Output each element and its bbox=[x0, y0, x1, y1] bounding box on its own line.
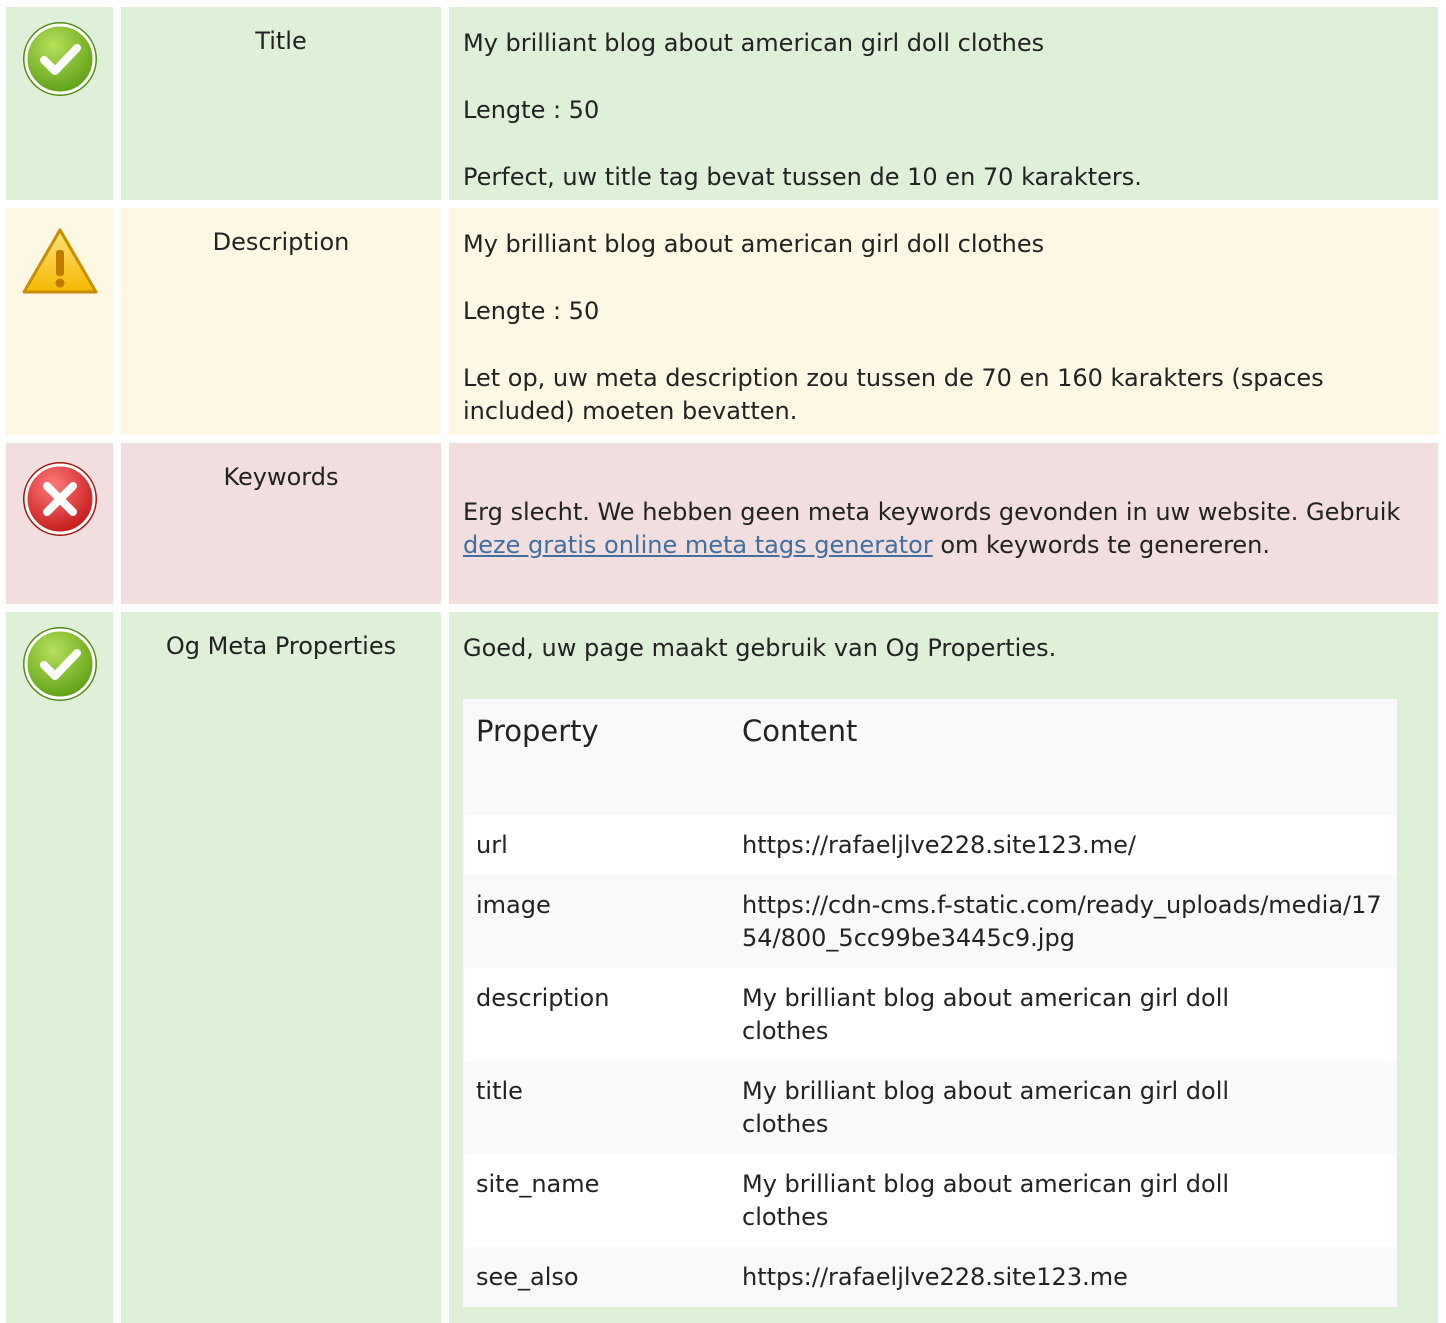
table-row: description My brilliant blog about amer… bbox=[463, 968, 1397, 1061]
table-row: see_also https://rafaeljlve228.site123.m… bbox=[463, 1247, 1397, 1307]
row-content: My brilliant blog about american girl do… bbox=[449, 208, 1438, 435]
description-value: My brilliant blog about american girl do… bbox=[463, 230, 1045, 258]
row-label: Keywords bbox=[121, 443, 441, 604]
og-properties-row: Og Meta Properties Goed, uw page maakt g… bbox=[6, 612, 1438, 1323]
property-cell: title bbox=[463, 1061, 729, 1154]
status-cell bbox=[6, 612, 113, 1323]
error-icon bbox=[23, 462, 97, 536]
column-header-property: Property bbox=[463, 699, 729, 815]
row-label: Title bbox=[121, 7, 441, 200]
content-cell: My brilliant blog about american girl do… bbox=[729, 968, 1397, 1061]
property-cell: see_also bbox=[463, 1247, 729, 1307]
property-cell: url bbox=[463, 815, 729, 875]
keywords-message-text: Erg slecht. We hebben geen meta keywords… bbox=[463, 498, 1401, 526]
status-cell bbox=[6, 7, 113, 200]
content-cell: https://cdn-cms.f-static.com/ready_uploa… bbox=[729, 875, 1397, 968]
check-icon bbox=[23, 22, 97, 96]
table-header-row: Property Content bbox=[463, 699, 1397, 815]
row-content: Goed, uw page maakt gebruik van Og Prope… bbox=[449, 612, 1438, 1323]
content-cell: My brilliant blog about american girl do… bbox=[729, 1154, 1397, 1247]
description-length: Lengte : 50 bbox=[463, 297, 600, 325]
row-label: Og Meta Properties bbox=[121, 612, 441, 1323]
title-message: Perfect, uw title tag bevat tussen de 10… bbox=[463, 163, 1142, 191]
column-header-content: Content bbox=[729, 699, 1397, 815]
check-icon bbox=[23, 627, 97, 701]
status-cell bbox=[6, 208, 113, 435]
keywords-message: Erg slecht. We hebben geen meta keywords… bbox=[463, 496, 1424, 562]
table-row: title My brilliant blog about american g… bbox=[463, 1061, 1397, 1154]
title-row: Title My brilliant blog about american g… bbox=[6, 7, 1438, 200]
description-row: Description My brilliant blog about amer… bbox=[6, 208, 1438, 435]
table-row: site_name My brilliant blog about americ… bbox=[463, 1154, 1397, 1247]
content-cell: https://rafaeljlve228.site123.me/ bbox=[729, 815, 1397, 875]
og-message: Goed, uw page maakt gebruik van Og Prope… bbox=[463, 634, 1057, 662]
content-cell: My brilliant blog about american girl do… bbox=[729, 1061, 1397, 1154]
property-cell: image bbox=[463, 875, 729, 968]
title-length: Lengte : 50 bbox=[463, 96, 600, 124]
row-content: My brilliant blog about american girl do… bbox=[449, 7, 1438, 200]
seo-report: Title My brilliant blog about american g… bbox=[0, 0, 1446, 1323]
description-message: Let op, uw meta description zou tussen d… bbox=[463, 364, 1324, 425]
table-row: image https://cdn-cms.f-static.com/ready… bbox=[463, 875, 1397, 968]
row-content: Erg slecht. We hebben geen meta keywords… bbox=[449, 443, 1438, 604]
table-row: url https://rafaeljlve228.site123.me/ bbox=[463, 815, 1397, 875]
row-label: Description bbox=[121, 208, 441, 435]
status-cell bbox=[6, 443, 113, 604]
keywords-message-text-end: om keywords te genereren. bbox=[932, 531, 1271, 559]
keywords-row: Keywords Erg slecht. We hebben geen meta… bbox=[6, 443, 1438, 604]
og-properties-table: Property Content url https://rafaeljlve2… bbox=[463, 699, 1397, 1307]
warning-icon bbox=[22, 228, 98, 294]
property-cell: site_name bbox=[463, 1154, 729, 1247]
title-value: My brilliant blog about american girl do… bbox=[463, 29, 1045, 57]
content-cell: https://rafaeljlve228.site123.me bbox=[729, 1247, 1397, 1307]
meta-tags-generator-link[interactable]: deze gratis online meta tags generator bbox=[463, 531, 933, 559]
property-cell: description bbox=[463, 968, 729, 1061]
